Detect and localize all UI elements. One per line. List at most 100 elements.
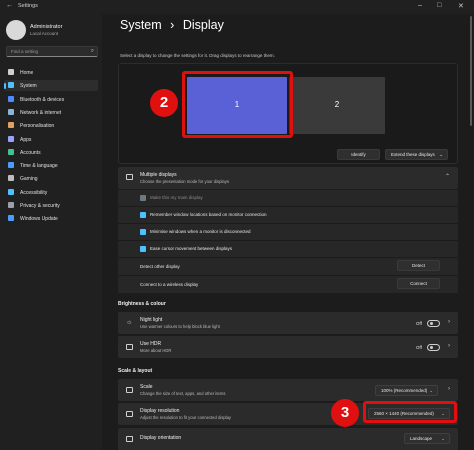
orientation-icon — [126, 436, 133, 442]
scale-title: Scale — [140, 384, 153, 390]
sidebar-item-label: Gaming — [20, 176, 38, 183]
sidebar-item-label: Windows Update — [20, 216, 58, 223]
checkbox-minimise-windows[interactable] — [140, 229, 146, 235]
sidebar-item-apps[interactable]: Apps — [4, 134, 98, 145]
chevron-right-icon[interactable]: › — [448, 343, 450, 349]
checkbox-remember-locations[interactable] — [140, 212, 146, 218]
multiple-displays-title: Multiple displays — [140, 172, 177, 178]
highlight-box-resolution — [363, 401, 457, 423]
night-light-title: Night light — [140, 317, 163, 323]
breadcrumb: System › Display — [120, 18, 224, 32]
sidebar-item-label: Time & language — [20, 163, 58, 170]
connect-button[interactable]: Connect — [397, 278, 440, 289]
back-arrow-icon[interactable]: ← — [6, 2, 13, 9]
sidebar-item-label: Personalisation — [20, 123, 55, 130]
option-ease-cursor-label: Ease cursor movement between displays — [150, 246, 233, 251]
orientation-dropdown[interactable]: Landscape ⌄ — [404, 433, 450, 444]
update-icon — [8, 215, 14, 222]
accessibility-icon — [8, 188, 14, 195]
orientation-title: Display orientation — [140, 435, 182, 441]
arrange-hint: Select a display to change the settings … — [120, 53, 275, 58]
checkbox-main-display — [140, 195, 146, 201]
window-title: Settings — [18, 3, 38, 9]
chevron-right-icon[interactable]: › — [448, 319, 450, 325]
scale-value: 100% (Recommended) — [381, 388, 428, 393]
sidebar-item-label: Home — [20, 70, 34, 76]
monitor-2-label: 2 — [334, 100, 340, 109]
sidebar-item-home[interactable]: Home — [4, 67, 98, 78]
checkbox-ease-cursor[interactable] — [140, 246, 146, 252]
night-light-row[interactable]: ☼ Night light Use warmer colours to help… — [118, 312, 458, 334]
chevron-right-icon[interactable]: › — [448, 386, 450, 392]
search-icon[interactable]: ⌕ — [91, 48, 94, 55]
sidebar-item-label: Network & internet — [20, 109, 62, 116]
user-account-type: Local Account — [30, 31, 59, 36]
night-light-subtitle: Use warmer colours to help block blue li… — [140, 324, 220, 329]
avatar[interactable] — [6, 20, 26, 40]
sidebar-item-label: System — [20, 83, 37, 90]
title-bar: ← Settings – □ ✕ — [0, 0, 474, 14]
chevron-down-icon: ⌄ — [439, 152, 443, 157]
scale-icon — [126, 387, 133, 393]
search-input[interactable]: Find a setting ⌕ — [6, 46, 98, 57]
option-remember-label: Remember window locations based on monit… — [150, 212, 267, 217]
detect-label: Detect other display — [140, 264, 180, 269]
orientation-row: Display orientation Landscape ⌄ — [118, 428, 458, 450]
identify-button[interactable]: Identify — [337, 149, 380, 160]
multiple-displays-subtitle: Choose the presentation mode for your di… — [140, 179, 229, 184]
minimize-icon[interactable]: – — [418, 2, 422, 9]
hdr-toggle[interactable] — [427, 344, 440, 351]
wireless-label: Connect to a wireless display — [140, 282, 199, 287]
step-badge: 2 — [150, 89, 178, 117]
chevron-up-icon[interactable]: ⌃ — [445, 173, 450, 180]
scale-subtitle: Change the size of text, apps, and other… — [140, 391, 226, 396]
scale-row: Scale Change the size of text, apps, and… — [118, 379, 458, 401]
hdr-state: Off — [416, 345, 422, 350]
sidebar-item-windows-update[interactable]: Windows Update — [4, 213, 98, 224]
gaming-icon — [8, 175, 14, 182]
scrollbar[interactable] — [470, 16, 472, 126]
resolution-title: Display resolution — [140, 408, 180, 414]
night-light-toggle[interactable] — [427, 320, 440, 327]
sidebar-item-personalisation[interactable]: Personalisation — [4, 120, 98, 131]
hdr-link[interactable]: More about HDR — [140, 348, 171, 353]
scale-dropdown[interactable]: 100% (Recommended) ⌄ — [375, 385, 438, 396]
section-scale-layout: Scale & layout — [118, 368, 153, 374]
user-name: Administrator — [30, 24, 63, 30]
monitor-2[interactable]: 2 — [289, 77, 385, 134]
close-icon[interactable]: ✕ — [458, 2, 464, 10]
network-icon — [8, 108, 14, 115]
home-icon — [8, 69, 14, 75]
orientation-value: Landscape — [410, 436, 433, 441]
option-minimise-label: Minimise windows when a monitor is disco… — [150, 229, 251, 234]
multiple-displays-icon — [126, 174, 133, 180]
extend-dropdown-value: Extend these displays — [391, 152, 435, 157]
chevron-down-icon: ⌄ — [429, 388, 433, 393]
section-brightness: Brightness & colour — [118, 301, 166, 307]
toggle-knob — [430, 322, 433, 325]
sidebar-item-label: Bluetooth & devices — [20, 96, 65, 103]
page-title: Display — [182, 18, 224, 32]
clock-icon — [8, 162, 14, 169]
sidebar-item-privacy-security[interactable]: Privacy & security — [4, 200, 98, 211]
extend-dropdown[interactable]: Extend these displays ⌄ — [385, 149, 448, 160]
sidebar-item-time-language[interactable]: Time & language — [4, 160, 98, 171]
sidebar-item-accounts[interactable]: Accounts — [4, 147, 98, 158]
sidebar-item-label: Apps — [20, 136, 32, 143]
detect-button[interactable]: Detect — [397, 260, 440, 271]
multiple-displays-header[interactable]: Multiple displays Choose the presentatio… — [118, 167, 458, 189]
sidebar-item-accessibility[interactable]: Accessibility — [4, 187, 98, 198]
option-main-display-label: Make this my main display — [150, 195, 203, 200]
sidebar-item-network-internet[interactable]: Network & internet — [4, 107, 98, 118]
brush-icon — [8, 122, 14, 129]
maximize-icon[interactable]: □ — [437, 2, 441, 9]
sidebar-item-bluetooth-devices[interactable]: Bluetooth & devices — [4, 94, 98, 105]
bluetooth-icon — [8, 95, 14, 102]
breadcrumb-parent[interactable]: System — [120, 18, 162, 32]
night-light-icon: ☼ — [126, 319, 133, 326]
sidebar-item-gaming[interactable]: Gaming — [4, 173, 98, 184]
sidebar-item-system[interactable]: System — [4, 80, 98, 92]
hdr-row[interactable]: Use HDR More about HDR Off › — [118, 336, 458, 358]
system-icon — [8, 82, 14, 89]
step-badge: 3 — [331, 399, 359, 427]
